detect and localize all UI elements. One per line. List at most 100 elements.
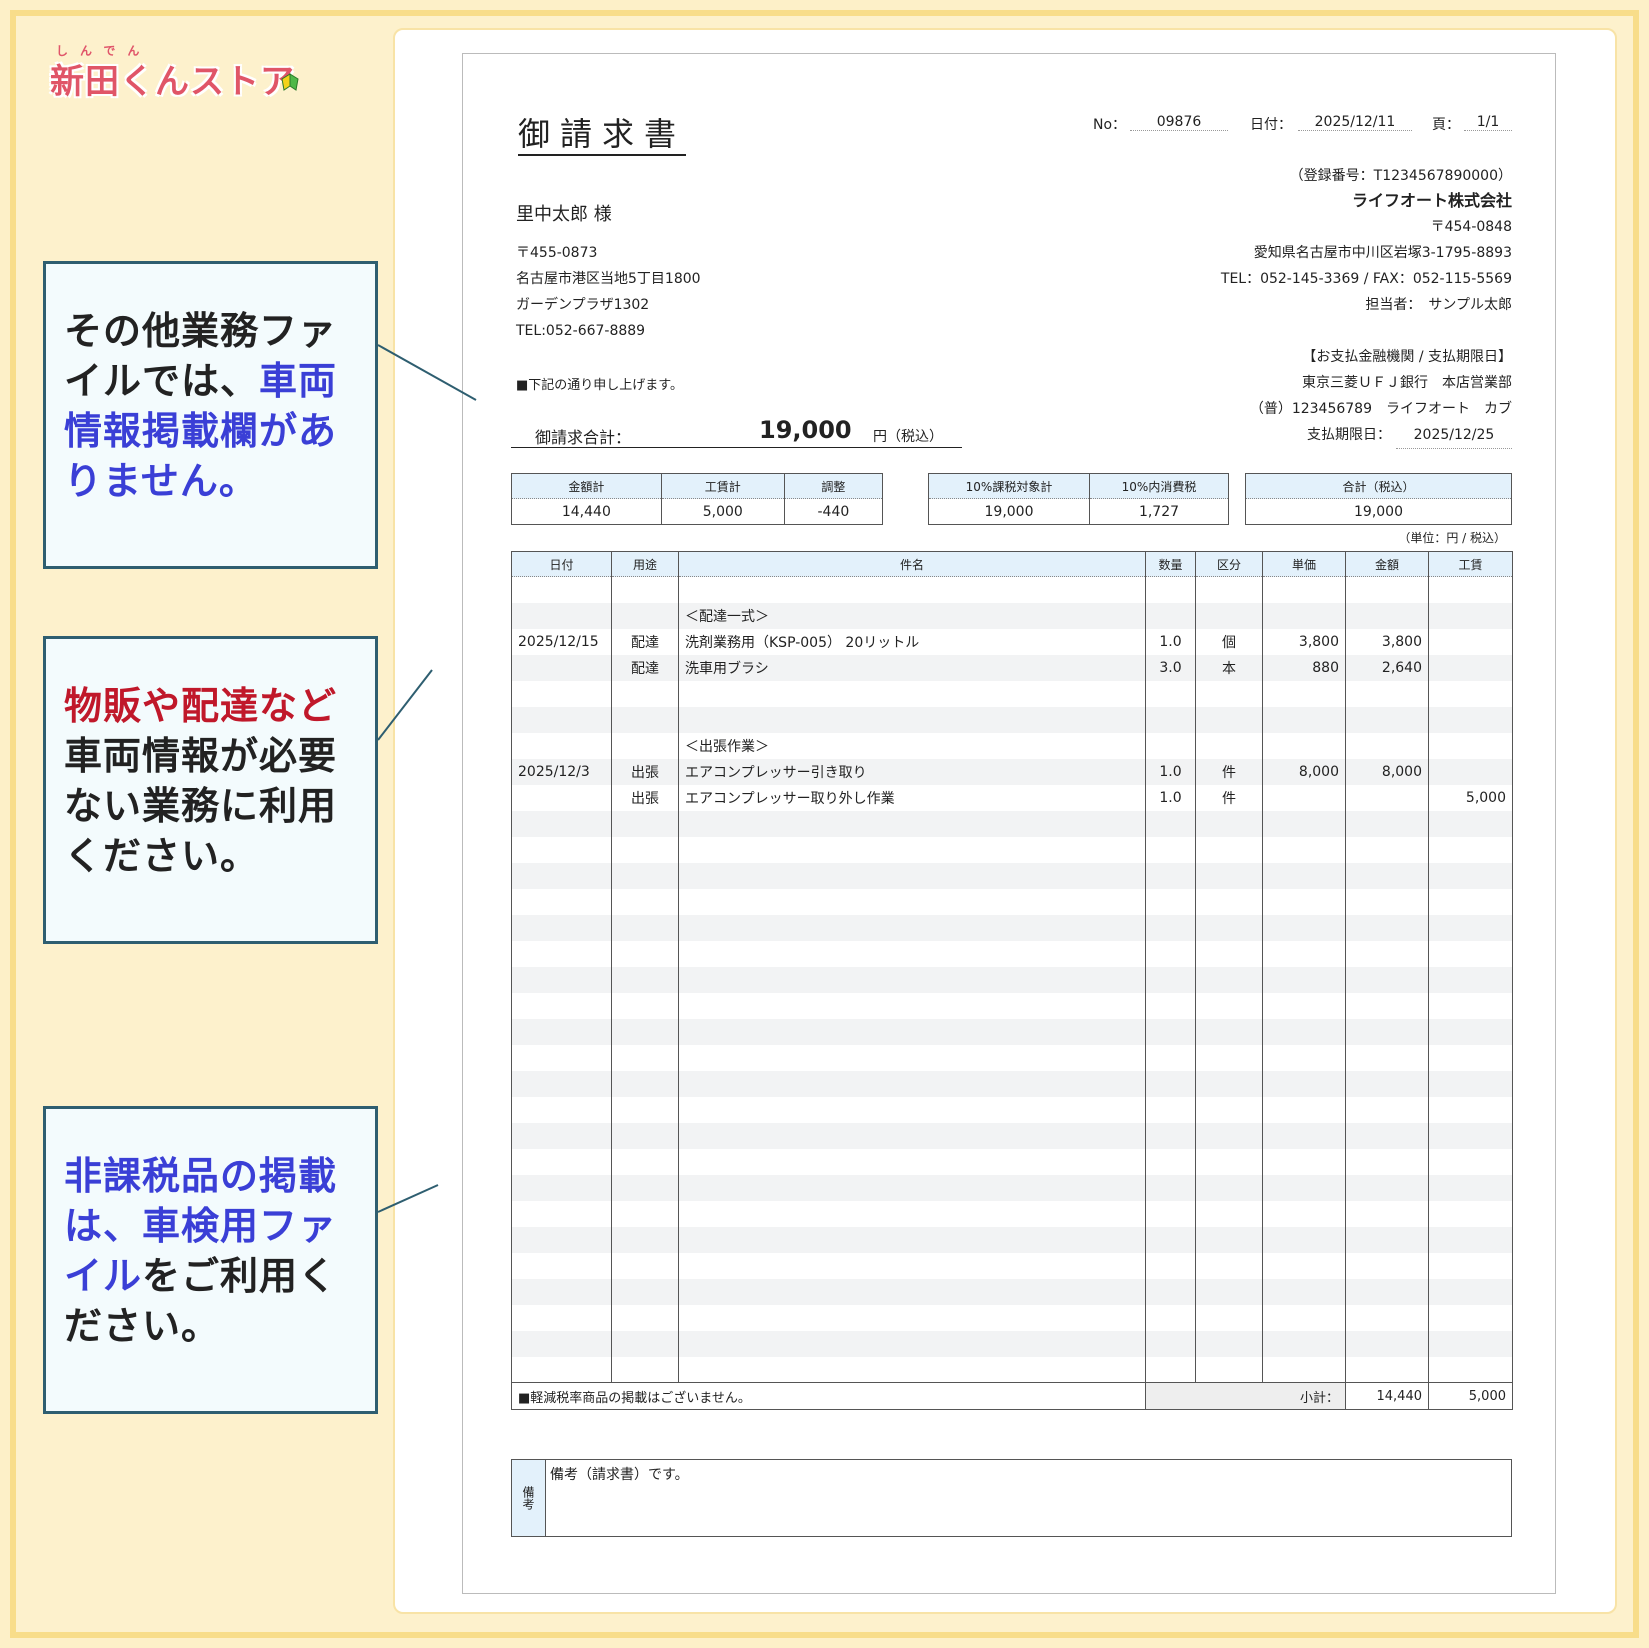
table-cell <box>678 1122 1146 1149</box>
customer-address1: 名古屋市港区当地5丁目1800 <box>516 271 701 287</box>
summary-head-tax: 10%内消費税 <box>1089 473 1229 499</box>
table-cell <box>611 1122 679 1149</box>
table-cell: 2,640 <box>1345 654 1429 681</box>
table-row <box>511 940 1513 967</box>
table-cell <box>1262 1122 1346 1149</box>
table-cell: ＜配達一式＞ <box>678 602 1146 629</box>
table-cell <box>678 680 1146 707</box>
table-row <box>511 1252 1513 1279</box>
table-cell: エアコンプレッサー取り外し作業 <box>678 784 1146 811</box>
bank-heading: 【お支払金融機関 / 支払期限日】 <box>1302 349 1512 365</box>
column-header: 区分 <box>1195 551 1263 577</box>
table-cell <box>611 602 679 629</box>
table-cell <box>511 1070 612 1097</box>
table-row: ＜配達一式＞ <box>511 602 1513 629</box>
table-cell <box>1428 1278 1513 1305</box>
table-cell <box>611 1174 679 1201</box>
table-cell <box>678 1304 1146 1331</box>
customer-zip: 〒455-0873 <box>516 245 598 261</box>
table-cell <box>511 732 612 759</box>
table-row <box>511 1304 1513 1331</box>
table-cell <box>511 1018 612 1045</box>
table-cell <box>1262 1174 1346 1201</box>
table-row <box>511 810 1513 837</box>
table-cell <box>1262 602 1346 629</box>
customer-address2: ガーデンプラザ1302 <box>516 297 650 313</box>
table-cell: ＜出張作業＞ <box>678 732 1146 759</box>
table-cell <box>1195 602 1263 629</box>
table-cell <box>1428 1226 1513 1253</box>
summary-taxable: 19,000 <box>927 498 1091 525</box>
table-cell <box>511 706 612 733</box>
table-cell <box>1428 1356 1513 1383</box>
table-cell <box>678 1096 1146 1123</box>
table-cell <box>511 888 612 915</box>
table-row <box>511 862 1513 889</box>
customer-name: 里中太郎 様 <box>516 204 612 225</box>
table-cell: 3.0 <box>1145 654 1196 681</box>
issuer-company: ライフオート株式会社 <box>1351 191 1512 210</box>
table-cell <box>611 706 679 733</box>
table-cell <box>511 1356 612 1383</box>
table-cell <box>1145 862 1196 889</box>
table-cell: 件 <box>1195 784 1263 811</box>
table-cell <box>1195 1304 1263 1331</box>
table-cell <box>611 1018 679 1045</box>
table-cell <box>1145 602 1196 629</box>
table-cell <box>611 836 679 863</box>
table-row <box>511 1330 1513 1357</box>
table-cell <box>1195 1226 1263 1253</box>
table-row <box>511 1200 1513 1227</box>
table-cell <box>1145 1356 1196 1383</box>
table-cell <box>1262 732 1346 759</box>
table-cell <box>511 1330 612 1357</box>
table-cell <box>1145 914 1196 941</box>
table-row: 2025/12/15 配達 洗剤業務用（KSP-005） 20リットル 1.0 個 3,8… <box>511 628 1513 655</box>
table-cell <box>1428 732 1513 759</box>
table-cell <box>1428 654 1513 681</box>
table-cell <box>611 966 679 993</box>
table-cell <box>1262 1070 1346 1097</box>
summary-total-table: 合計（税込） 19,000 <box>1245 473 1512 525</box>
table-cell <box>1428 1252 1513 1279</box>
table-cell <box>1145 732 1196 759</box>
remarks-text: 備考（請求書）です。 <box>550 1467 689 1483</box>
table-cell <box>1345 914 1429 941</box>
table-cell <box>1145 1070 1196 1097</box>
column-header: 金額 <box>1345 551 1429 577</box>
table-cell <box>678 914 1146 941</box>
table-cell <box>1145 966 1196 993</box>
table-cell <box>1345 784 1429 811</box>
table-cell <box>1428 862 1513 889</box>
table-cell <box>1345 732 1429 759</box>
table-cell <box>678 1356 1146 1383</box>
table-cell <box>1262 1200 1346 1227</box>
table-cell <box>1262 992 1346 1019</box>
beginner-leaf-icon <box>281 73 299 91</box>
table-cell <box>511 680 612 707</box>
items-footer-row: ■軽減税率商品の掲載はございません。 小計： 14,440 5,000 <box>511 1382 1513 1410</box>
summary-head-taxable: 10%課税対象計 <box>927 473 1091 499</box>
note-box-no-vehicle-info: その他業務ファイルでは、車両情報掲載欄がありません。 <box>43 261 378 569</box>
date-value: 2025/12/11 <box>1298 114 1412 131</box>
table-cell <box>1428 576 1513 603</box>
issuer-staff: 担当者： サンプル太郎 <box>1365 297 1512 313</box>
table-cell <box>1195 940 1263 967</box>
table-row <box>511 680 1513 707</box>
table-cell <box>1262 1148 1346 1175</box>
table-cell <box>1345 940 1429 967</box>
table-cell <box>511 940 612 967</box>
table-cell <box>611 1304 679 1331</box>
table-cell <box>611 732 679 759</box>
column-header: 件名 <box>678 551 1146 577</box>
table-cell <box>1262 1304 1346 1331</box>
table-cell <box>1145 940 1196 967</box>
table-cell <box>611 1356 679 1383</box>
table-cell <box>611 914 679 941</box>
table-row <box>511 914 1513 941</box>
table-cell <box>611 680 679 707</box>
table-cell <box>511 862 612 889</box>
table-cell <box>1195 1070 1263 1097</box>
total-unit: 円（税込） <box>873 429 943 445</box>
table-cell <box>1195 1044 1263 1071</box>
